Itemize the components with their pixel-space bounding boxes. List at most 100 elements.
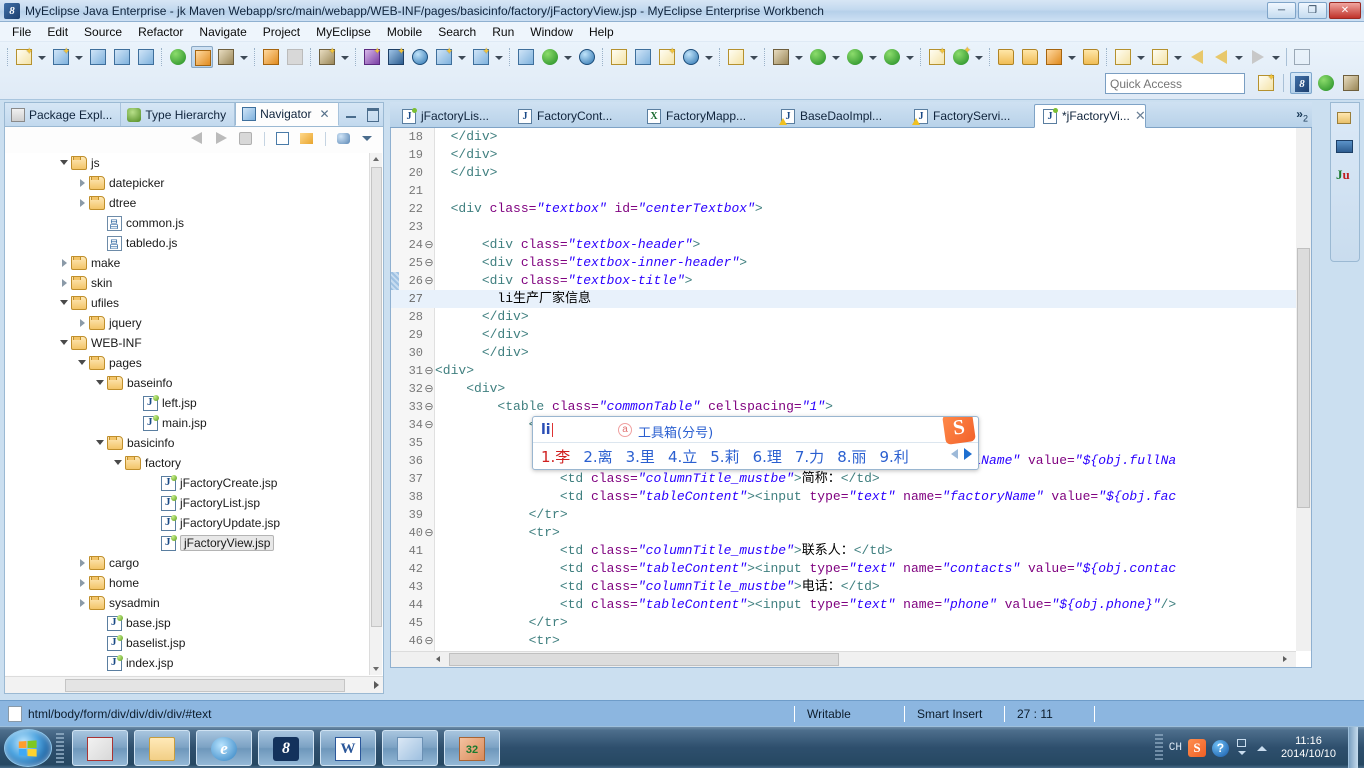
scroll-up-button[interactable] — [371, 153, 382, 165]
new-java-package-icon[interactable] — [316, 46, 338, 68]
expand-arrow-icon[interactable] — [77, 357, 89, 369]
tree-item-tabledo-js[interactable]: tabledo.js — [5, 233, 369, 253]
tree-item-jfactoryupdate-jsp[interactable]: jFactoryUpdate.jsp — [5, 513, 369, 533]
minimize-button[interactable]: ─ — [1267, 2, 1296, 19]
fold-collapse-icon[interactable]: ⊖ — [423, 255, 435, 273]
tree-item-baseinfo[interactable]: baseinfo — [5, 373, 369, 393]
save-icon[interactable] — [87, 46, 109, 68]
tray-show-hidden-icons-icon[interactable] — [1255, 737, 1269, 759]
collapse-all-icon[interactable] — [274, 130, 292, 148]
code-line[interactable]: 23 — [391, 218, 1296, 236]
tree-item-main-jsp[interactable]: main.jsp — [5, 413, 369, 433]
editor-tab-factorycont-[interactable]: J FactoryCont... — [510, 104, 633, 128]
run-server-icon[interactable] — [191, 46, 213, 68]
tray-language-indicator[interactable]: CH — [1169, 742, 1182, 754]
quick-access-input[interactable] — [1105, 73, 1245, 94]
menu-source[interactable]: Source — [76, 23, 130, 41]
new-table-icon[interactable] — [926, 46, 948, 68]
editor-tab--jfactoryvi-[interactable]: J *jFactoryVi... ✕ — [1034, 104, 1146, 128]
fold-collapse-icon[interactable]: ⊖ — [423, 273, 435, 291]
code-line[interactable]: 38 <td class="tableContent"><input type=… — [391, 488, 1296, 506]
tree-item-ufiles[interactable]: ufiles — [5, 293, 369, 313]
new-wizard-dropdown-icon[interactable] — [36, 46, 47, 68]
tab-type-hierarchy[interactable]: Type Hierarchy — [121, 103, 236, 126]
code-line[interactable]: 29 </div> — [391, 326, 1296, 344]
source-editor[interactable]: 18 </div> 19 </div> 20 </div> 21 22 <div cla… — [390, 128, 1312, 668]
code-line[interactable]: 30 </div> — [391, 344, 1296, 362]
view-menu-icon[interactable] — [359, 130, 377, 148]
tree-item-web-inf[interactable]: WEB-INF — [5, 333, 369, 353]
marker-pen-icon[interactable] — [1043, 46, 1065, 68]
redo-icon[interactable] — [284, 46, 306, 68]
taskbar-notepad-plus-app[interactable] — [72, 730, 128, 766]
debug-bug-icon[interactable] — [770, 46, 792, 68]
fold-collapse-icon[interactable]: ⊖ — [423, 525, 435, 543]
show-desktop-button[interactable] — [1348, 727, 1358, 768]
restore-view-icon[interactable] — [1334, 109, 1356, 131]
deploy-icon[interactable] — [167, 46, 189, 68]
marker-dropdown-icon[interactable] — [1066, 46, 1077, 68]
junit-view-icon[interactable]: Ju — [1334, 165, 1356, 187]
menu-navigate[interactable]: Navigate — [191, 23, 254, 41]
scroll-right-button[interactable] — [374, 681, 379, 689]
fold-collapse-icon[interactable]: ⊖ — [423, 633, 435, 651]
build-dropdown-icon[interactable] — [238, 46, 249, 68]
taskbar-internet-explorer-app[interactable]: e — [196, 730, 252, 766]
tree-item-baselist-jsp[interactable]: baselist.jsp — [5, 633, 369, 653]
collapse-arrow-icon[interactable] — [77, 197, 89, 209]
collapse-arrow-icon[interactable] — [77, 577, 89, 589]
back-icon[interactable] — [189, 130, 207, 148]
fold-collapse-icon[interactable]: ⊖ — [423, 417, 435, 435]
view-menu-filter-icon[interactable] — [335, 130, 353, 148]
tray-clock[interactable]: 11:16 2014/10/10 — [1275, 735, 1342, 761]
run-dropdown-icon[interactable] — [830, 46, 841, 68]
collapse-arrow-icon[interactable] — [77, 317, 89, 329]
editor-tab-factoryservi-[interactable]: J FactoryServi... — [906, 104, 1028, 128]
tree-item-factory[interactable]: factory — [5, 453, 369, 473]
open-type-dropdown-icon[interactable] — [493, 46, 504, 68]
code-line[interactable]: 46⊖ <tr> — [391, 632, 1296, 650]
code-content[interactable]: 18 </div> 19 </div> 20 </div> 21 22 <div cla… — [391, 128, 1296, 651]
editor-vertical-scrollbar[interactable] — [1296, 128, 1311, 651]
next-annotation-icon[interactable] — [1112, 46, 1134, 68]
menu-search[interactable]: Search — [430, 23, 484, 41]
scroll-down-button[interactable] — [371, 663, 382, 675]
code-line[interactable]: 25⊖ <div class="textbox-inner-header"> — [391, 254, 1296, 272]
editor-tab-factorymapp-[interactable]: X FactoryMapp... — [639, 104, 767, 128]
collapse-arrow-icon[interactable] — [59, 257, 71, 269]
run-icon[interactable] — [807, 46, 829, 68]
tree-item-dtree[interactable]: dtree — [5, 193, 369, 213]
ime-candidate[interactable]: 8.丽 — [837, 446, 866, 467]
code-line[interactable]: 45 </tr> — [391, 614, 1296, 632]
navigator-horizontal-scrollbar[interactable] — [5, 676, 383, 693]
new-java-dropdown-icon[interactable] — [339, 46, 350, 68]
tree-item-jfactorylist-jsp[interactable]: jFactoryList.jsp — [5, 493, 369, 513]
code-line[interactable]: 33⊖ <table class="commonTable" cellspaci… — [391, 398, 1296, 416]
collapse-arrow-icon[interactable] — [77, 177, 89, 189]
new-package-icon[interactable] — [385, 46, 407, 68]
taskbar-chart-app[interactable] — [382, 730, 438, 766]
ime-candidate[interactable]: 7.力 — [795, 446, 824, 467]
refresh-icon[interactable] — [632, 46, 654, 68]
tray-network-icon[interactable] — [1235, 737, 1249, 759]
back-icon[interactable] — [1210, 46, 1232, 68]
ime-candidate[interactable]: 9.利 — [880, 446, 909, 467]
scroll-thumb[interactable] — [65, 679, 345, 692]
tree-item-js[interactable]: js — [5, 153, 369, 173]
ime-candidate[interactable]: 4.立 — [668, 446, 697, 467]
navigator-tree[interactable]: js datepicker dtree common.js tabledo.js make… — [5, 153, 369, 675]
ime-hint-text[interactable]: 工具箱(分号) — [638, 422, 713, 441]
console-view-icon[interactable] — [1334, 137, 1356, 159]
tree-item-pages[interactable]: pages — [5, 353, 369, 373]
import-project-icon[interactable] — [515, 46, 537, 68]
menu-edit[interactable]: Edit — [39, 23, 76, 41]
package-icon[interactable] — [608, 46, 630, 68]
code-line[interactable]: 39 </tr> — [391, 506, 1296, 524]
back-dropdown-icon[interactable] — [1233, 46, 1244, 68]
open-folder-icon[interactable] — [1019, 46, 1041, 68]
code-line[interactable]: 44 <td class="tableContent"><input type=… — [391, 596, 1296, 614]
scroll-right-button[interactable] — [1278, 653, 1292, 666]
run-history-icon[interactable] — [844, 46, 866, 68]
code-line[interactable]: 24⊖ <div class="textbox-header"> — [391, 236, 1296, 254]
fold-collapse-icon[interactable]: ⊖ — [423, 399, 435, 417]
